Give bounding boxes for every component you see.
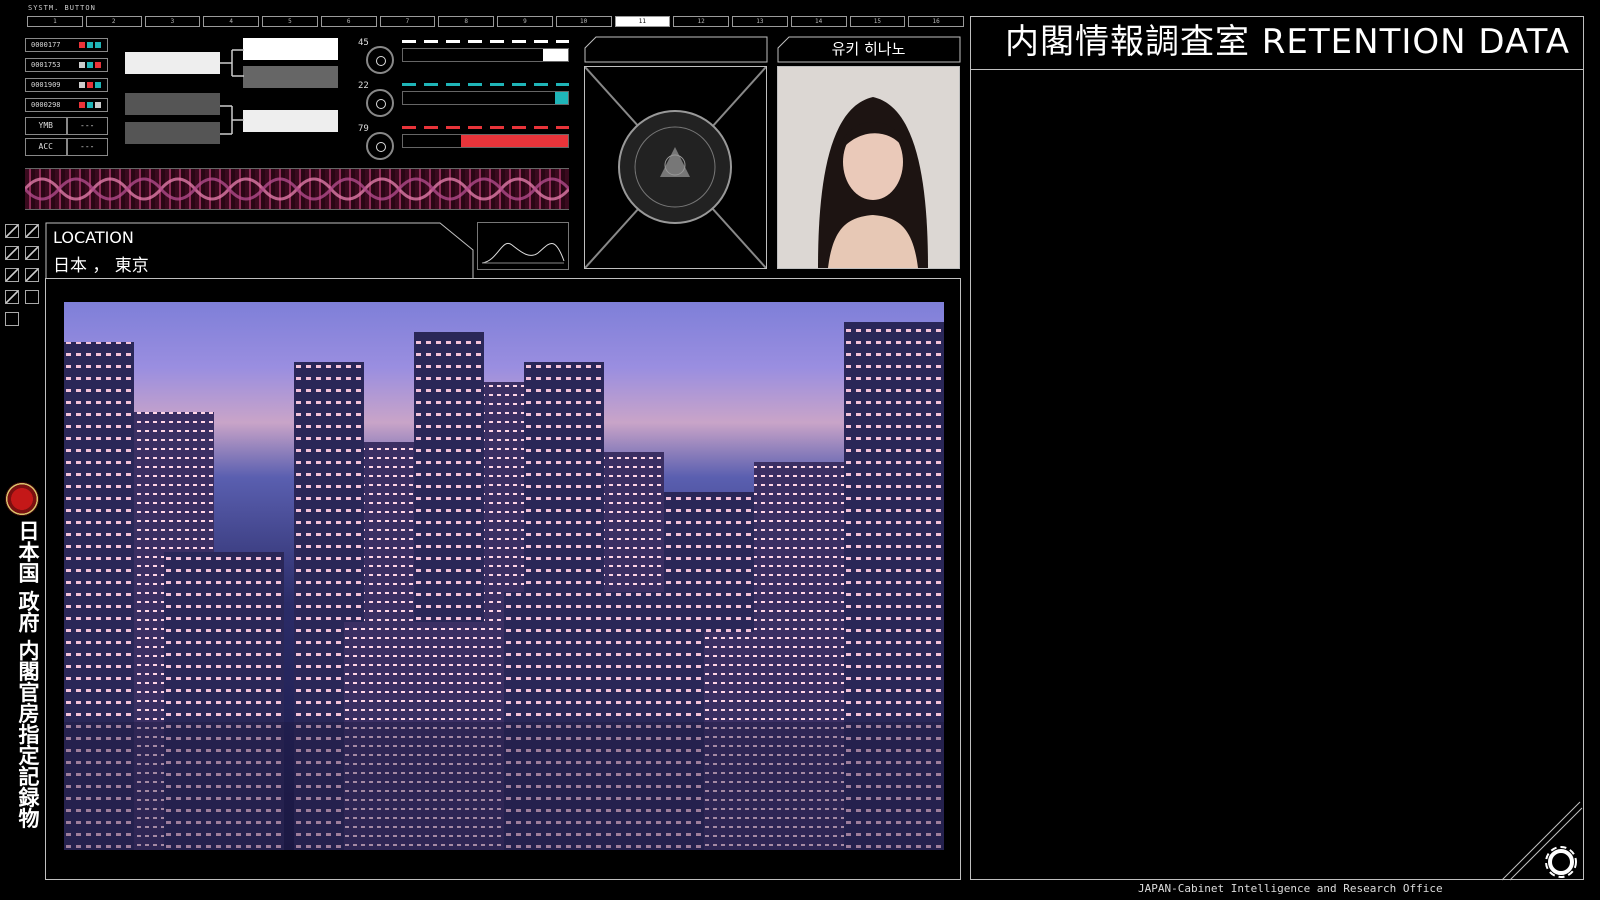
vertical-label: 日本国 政府 内閣官房指定記録物 xyxy=(16,520,40,829)
dial-bar xyxy=(402,48,569,62)
indicator-square xyxy=(5,312,19,326)
mini-chart-curve xyxy=(481,242,565,264)
dial-value: 22 xyxy=(358,81,369,91)
tab-3[interactable]: 3 xyxy=(144,16,201,27)
dial-bar xyxy=(402,91,569,105)
bracket-block xyxy=(243,38,338,60)
tab-strip: 1 2 3 4 5 6 7 8 9 10 11 12 13 14 15 16 xyxy=(27,16,964,27)
dial-bar-fill xyxy=(554,92,568,104)
kv-row: ACC --- xyxy=(25,138,108,156)
kv-row: YMB --- xyxy=(25,117,108,135)
status-square xyxy=(79,82,85,88)
tab-2[interactable]: 2 xyxy=(85,16,142,27)
bracket-connector xyxy=(220,49,244,135)
id-code: 0001909 xyxy=(31,81,61,89)
indicator-square xyxy=(25,268,39,282)
dial-dash-line xyxy=(402,40,569,43)
ring-icon[interactable] xyxy=(1544,845,1578,879)
footer-text: JAPAN-Cabinet Intelligence and Research … xyxy=(1138,882,1443,895)
status-square xyxy=(95,102,101,108)
emblem-header xyxy=(584,36,768,63)
kv-value: --- xyxy=(66,117,108,135)
tab-12[interactable]: 12 xyxy=(673,16,729,27)
city-skyline-image xyxy=(64,302,944,850)
tab-8[interactable]: 8 xyxy=(438,16,494,27)
bracket-block xyxy=(125,52,220,74)
tab-16[interactable]: 16 xyxy=(908,16,964,27)
status-square xyxy=(87,82,93,88)
bracket-block xyxy=(243,110,338,132)
dial-dash-line xyxy=(402,126,569,129)
tab-9[interactable]: 9 xyxy=(497,16,553,27)
bracket-block xyxy=(125,122,220,144)
profile-name: 유키 히나노 xyxy=(831,40,906,58)
retention-title: 内閣情報調査室 RETENTION DATA xyxy=(1005,22,1570,62)
tab-11[interactable]: 11 xyxy=(614,16,671,27)
status-square xyxy=(95,82,101,88)
retention-data-panel xyxy=(970,16,1584,880)
location-value: 日本 ， 東京 xyxy=(53,256,149,276)
status-square xyxy=(79,62,85,68)
government-seal-icon xyxy=(5,482,39,516)
profile-photo xyxy=(777,66,960,269)
system-label: SYSTM. BUTTON xyxy=(28,4,96,12)
dial-icon xyxy=(366,132,394,160)
mini-chart xyxy=(477,222,569,270)
status-square xyxy=(95,62,101,68)
emblem-panel xyxy=(584,66,767,269)
status-square xyxy=(79,42,85,48)
skyline-buildings xyxy=(64,322,944,850)
kv-key: YMB xyxy=(25,117,67,135)
id-row: 0000298 xyxy=(25,98,108,112)
dial-value: 45 xyxy=(358,38,369,48)
kv-key: ACC xyxy=(25,138,67,156)
status-square xyxy=(79,102,85,108)
indicator-square xyxy=(5,268,19,282)
indicator-square xyxy=(25,290,39,304)
status-square xyxy=(87,42,93,48)
location-label: LOCATION xyxy=(53,228,134,247)
waveform-band xyxy=(25,168,569,210)
tab-10[interactable]: 10 xyxy=(555,16,612,27)
status-square xyxy=(87,62,93,68)
dial-bar-fill xyxy=(460,135,568,147)
tab-14[interactable]: 14 xyxy=(790,16,847,27)
kv-value: --- xyxy=(66,138,108,156)
indicator-square xyxy=(25,246,39,260)
dial-icon xyxy=(366,89,394,117)
id-code: 0000298 xyxy=(31,101,61,109)
indicator-square xyxy=(5,224,19,238)
tab-7[interactable]: 7 xyxy=(379,16,436,27)
indicator-square xyxy=(5,246,19,260)
dial-icon xyxy=(366,46,394,74)
tab-15[interactable]: 15 xyxy=(849,16,906,27)
id-row: 0001753 xyxy=(25,58,108,72)
waveform-lines xyxy=(25,177,569,201)
tab-4[interactable]: 4 xyxy=(203,16,259,27)
id-code: 0000177 xyxy=(31,41,61,49)
bracket-block xyxy=(243,66,338,88)
tab-13[interactable]: 13 xyxy=(732,16,788,27)
dial-bar-fill xyxy=(543,49,568,61)
dial-dash-line xyxy=(402,83,569,86)
status-square xyxy=(95,42,101,48)
tab-1[interactable]: 1 xyxy=(27,16,83,27)
tab-5[interactable]: 5 xyxy=(262,16,318,27)
id-row: 0000177 xyxy=(25,38,108,52)
dial-bar xyxy=(402,134,569,148)
indicator-square xyxy=(25,224,39,238)
dial-value: 79 xyxy=(358,124,369,134)
tab-6[interactable]: 6 xyxy=(320,16,377,27)
bracket-block xyxy=(125,93,220,115)
portrait-image xyxy=(778,67,959,268)
status-square xyxy=(87,102,93,108)
emblem-seal-icon xyxy=(584,66,767,269)
id-code: 0001753 xyxy=(31,61,61,69)
indicator-square xyxy=(5,290,19,304)
id-row: 0001909 xyxy=(25,78,108,92)
